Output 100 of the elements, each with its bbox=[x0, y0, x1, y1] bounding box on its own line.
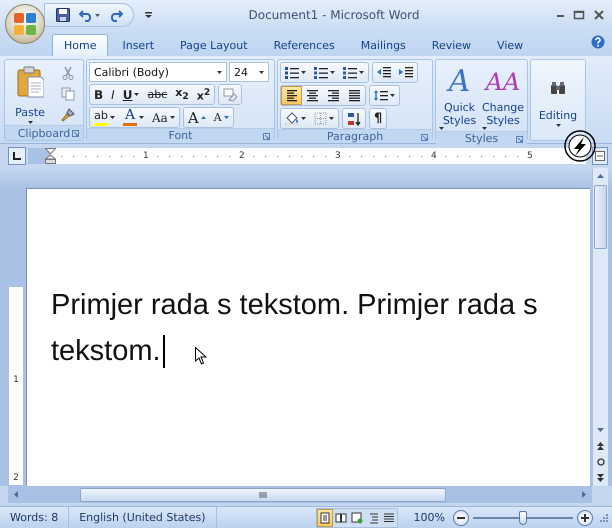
web-view-icon bbox=[350, 512, 363, 524]
scroll-thumb[interactable] bbox=[80, 488, 446, 502]
italic-button[interactable]: I bbox=[107, 85, 119, 104]
paintbrush-icon bbox=[61, 108, 75, 122]
font-name-field[interactable]: Calibri (Body) bbox=[89, 62, 227, 82]
print-view-button[interactable] bbox=[316, 508, 333, 526]
strikethrough-button[interactable]: abc bbox=[143, 85, 172, 104]
group-label: Font bbox=[168, 129, 192, 142]
grow-font-button[interactable]: A bbox=[184, 108, 210, 127]
caret-icon bbox=[139, 116, 144, 119]
scroll-thumb[interactable] bbox=[594, 185, 607, 249]
sort-icon bbox=[347, 112, 361, 126]
caret-icon bbox=[224, 116, 229, 119]
caret-icon bbox=[556, 124, 560, 127]
resize-grip-icon bbox=[599, 513, 608, 522]
bold-button[interactable]: B bbox=[90, 85, 108, 104]
arrow-left-icon bbox=[14, 491, 18, 498]
subscript-button[interactable]: x$_{2}$ bbox=[171, 85, 193, 104]
arrow-up-icon bbox=[597, 174, 604, 178]
font-size-field[interactable]: 24 bbox=[229, 62, 269, 82]
align-left-icon bbox=[285, 89, 298, 102]
ribbon-tab[interactable]: View bbox=[485, 34, 536, 56]
zoom-slider-thumb[interactable] bbox=[519, 510, 527, 524]
undo-icon bbox=[79, 8, 93, 22]
dialog-launcher-button[interactable] bbox=[71, 129, 80, 138]
caret-icon bbox=[170, 116, 175, 119]
ribbon-tab[interactable]: Home bbox=[52, 34, 108, 56]
decrease-indent-icon bbox=[377, 66, 391, 79]
dropdown-icon bbox=[144, 12, 152, 18]
dialog-launcher-button[interactable] bbox=[420, 133, 429, 142]
increase-indent-icon bbox=[399, 66, 413, 79]
highlight-button[interactable]: ab bbox=[90, 108, 119, 127]
bulleted-list-icon bbox=[285, 66, 299, 79]
align-left-button[interactable] bbox=[281, 86, 302, 105]
superscript-button[interactable]: x$^{2}$ bbox=[192, 85, 214, 104]
caret-icon bbox=[301, 117, 306, 120]
language-indicator[interactable]: English (United States) bbox=[69, 507, 217, 528]
maximize-icon bbox=[573, 9, 585, 21]
ribbon-tab[interactable]: Page Layout bbox=[168, 34, 260, 56]
logo-icon bbox=[12, 11, 38, 37]
quick-styles-button[interactable]: A Quick Styles bbox=[438, 62, 481, 131]
ruler-icon bbox=[595, 151, 606, 161]
close-button[interactable] bbox=[592, 8, 606, 22]
arrow-down-icon bbox=[597, 428, 604, 432]
word-count[interactable]: Words: 8 bbox=[0, 507, 70, 528]
caret-icon bbox=[110, 116, 115, 119]
caret-icon bbox=[95, 14, 100, 16]
office-button[interactable] bbox=[5, 4, 45, 44]
change-styles-button[interactable]: AA Change Styles bbox=[481, 62, 525, 131]
dialog-launcher-button[interactable] bbox=[515, 135, 524, 144]
mouse-pointer-icon bbox=[195, 347, 207, 365]
close-icon bbox=[593, 9, 605, 21]
dialog-launcher-button[interactable] bbox=[262, 132, 271, 141]
underline-button[interactable]: U bbox=[118, 85, 144, 104]
arrow-right-icon bbox=[582, 491, 586, 498]
draft-view-icon bbox=[382, 512, 395, 524]
help-button[interactable] bbox=[590, 34, 606, 50]
font-color-button[interactable]: A bbox=[119, 108, 148, 127]
double-arrow-down-icon bbox=[597, 474, 604, 482]
show-marks-button[interactable]: ¶ bbox=[370, 109, 386, 128]
plus-icon bbox=[581, 514, 589, 522]
ruler-number: 2 bbox=[236, 151, 247, 161]
ruler-number: 1 bbox=[140, 151, 151, 161]
minimize-icon bbox=[556, 15, 564, 17]
ruler-number: 2 bbox=[13, 473, 19, 483]
dialog-launcher-icon bbox=[516, 136, 523, 143]
small-caret-up-icon bbox=[200, 116, 206, 119]
shrink-font-button[interactable]: A bbox=[210, 108, 233, 127]
zoom-level[interactable]: 100% bbox=[414, 511, 445, 524]
ruler-number: 4 bbox=[428, 151, 439, 161]
text-caret bbox=[162, 334, 165, 368]
ruler-number: 3 bbox=[332, 151, 343, 161]
copy-icon bbox=[61, 86, 75, 100]
clipboard-icon bbox=[16, 66, 44, 98]
ribbon-tab[interactable]: Review bbox=[420, 34, 484, 56]
numbered-list-icon bbox=[314, 66, 328, 79]
caret-icon bbox=[301, 71, 306, 74]
ribbon-tab[interactable]: Mailings bbox=[348, 34, 418, 56]
paste-button[interactable]: Paste bbox=[7, 62, 53, 125]
zoom-out-button[interactable] bbox=[453, 510, 469, 526]
print-view-icon bbox=[318, 512, 331, 524]
tab-selector-button[interactable] bbox=[8, 147, 26, 165]
grip-icon bbox=[259, 492, 267, 498]
view-ruler-button[interactable] bbox=[592, 147, 608, 165]
ruler-number: 5 bbox=[524, 151, 535, 161]
maximize-button[interactable] bbox=[572, 8, 586, 22]
save-button[interactable] bbox=[53, 5, 73, 25]
group-label: Styles bbox=[464, 132, 498, 145]
change-case-button[interactable]: Aa bbox=[148, 108, 179, 127]
editing-button[interactable]: Editing bbox=[533, 62, 583, 140]
zoom-in-button[interactable] bbox=[577, 510, 593, 526]
ribbon-tab[interactable]: Insert bbox=[110, 34, 166, 56]
line-spacing-icon bbox=[374, 89, 388, 102]
caret-icon bbox=[329, 117, 334, 120]
align-justify-icon bbox=[348, 89, 361, 102]
ribbon-tab[interactable]: References bbox=[262, 34, 347, 56]
indent-marker-icon[interactable] bbox=[44, 148, 56, 164]
align-center-icon bbox=[306, 89, 319, 102]
caret-icon bbox=[134, 93, 140, 96]
document-text: tekstom. bbox=[51, 334, 161, 369]
